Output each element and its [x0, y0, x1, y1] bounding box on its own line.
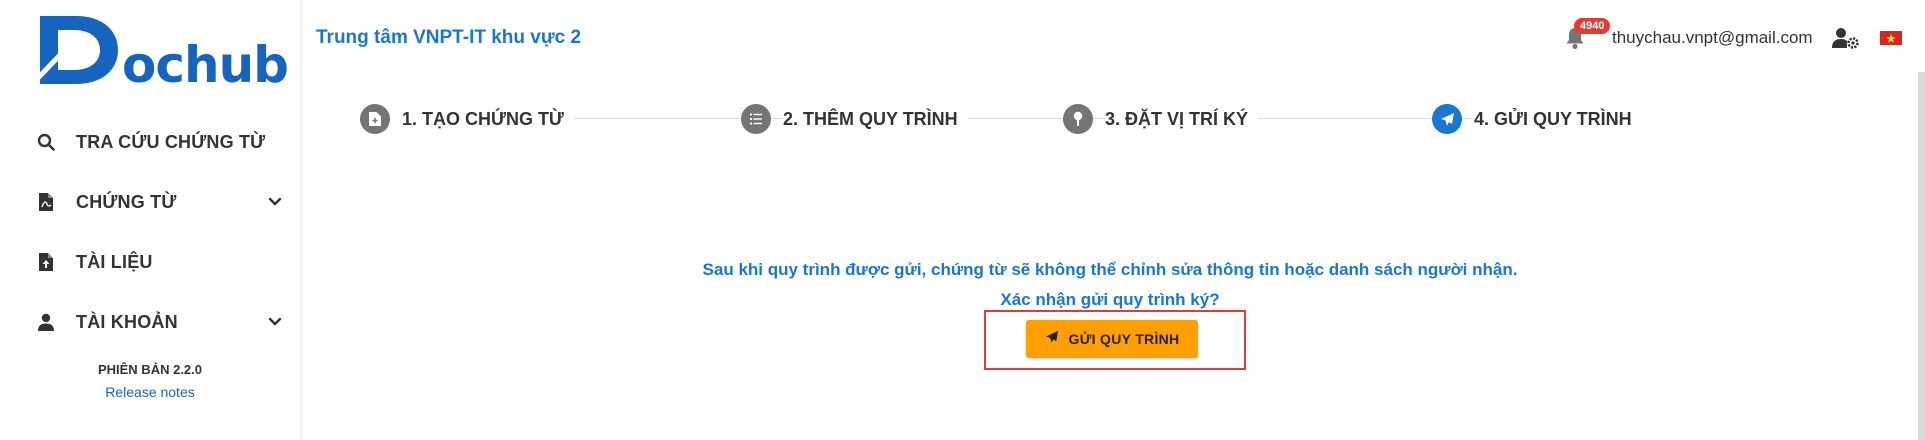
step-3-dat-vi-tri-ky[interactable]: 3. ĐẶT VỊ TRÍ KÝ	[1063, 104, 1259, 134]
list-icon	[741, 104, 771, 134]
step-label: 4. GỬI QUY TRÌNH	[1474, 108, 1642, 130]
step-4-gui-quy-trinh[interactable]: 4. GỬI QUY TRÌNH	[1432, 104, 1642, 134]
user-email[interactable]: thuychau.vnpt@gmail.com	[1612, 28, 1813, 48]
step-label: 3. ĐẶT VỊ TRÍ KÝ	[1105, 108, 1259, 130]
step-label: 2. THÊM QUY TRÌNH	[783, 108, 968, 130]
file-pdf-icon	[36, 192, 56, 212]
chevron-down-icon[interactable]	[266, 313, 284, 331]
file-add-icon	[360, 104, 390, 134]
user-settings-icon[interactable]	[1832, 26, 1860, 50]
sidebar-nav: TRA CỨU CHỨNG TỪ CHỨNG TỪ TÀI LIỆU TÀI K…	[0, 112, 300, 352]
paper-plane-icon	[1432, 104, 1462, 134]
app-logo[interactable]: ochub	[36, 14, 289, 94]
sidebar-item-label: CHỨNG TỪ	[76, 191, 177, 212]
sidebar-item-chung-tu[interactable]: CHỨNG TỪ	[0, 172, 300, 232]
logo-d-mark	[36, 16, 118, 84]
confirm-question: Xác nhận gửi quy trình ký?	[1000, 290, 1220, 309]
sidebar-item-tai-khoan[interactable]: TÀI KHOẢN	[0, 292, 300, 352]
step-label: 1. TẠO CHỨNG TỪ	[402, 108, 574, 130]
sidebar: ochub TRA CỨU CHỨNG TỪ CHỨNG TỪ TÀI LIỆU	[0, 0, 300, 440]
send-workflow-button[interactable]: GỬI QUY TRÌNH	[1026, 320, 1198, 358]
pin-icon	[1063, 104, 1093, 134]
sidebar-item-label: TÀI LIỆU	[76, 251, 153, 272]
step-2-them-quy-trinh[interactable]: 2. THÊM QUY TRÌNH	[741, 104, 968, 134]
stepper: 1. TẠO CHỨNG TỪ 2. THÊM QUY TRÌNH 3. ĐẶT…	[302, 72, 1918, 162]
top-header: Trung tâm VNPT-IT khu vực 2 4940 thuycha…	[302, 0, 1925, 72]
step-1-tao-chung-tu[interactable]: 1. TẠO CHỨNG TỪ	[360, 104, 574, 134]
release-notes-link[interactable]: Release notes	[0, 384, 300, 400]
user-icon	[36, 312, 56, 332]
sidebar-item-label: TÀI KHOẢN	[76, 311, 178, 332]
notification-count-badge: 4940	[1574, 18, 1611, 34]
vietnam-flag-icon[interactable]	[1880, 31, 1902, 45]
sidebar-item-tra-cuu-chung-tu[interactable]: TRA CỨU CHỨNG TỪ	[0, 112, 300, 172]
scrollbar[interactable]	[1918, 72, 1925, 440]
logo-text: ochub	[122, 36, 289, 94]
version-label: PHIÊN BẢN 2.2.0	[97, 362, 203, 377]
sidebar-item-tai-lieu[interactable]: TÀI LIỆU	[0, 232, 300, 292]
organization-title: Trung tâm VNPT-IT khu vực 2	[316, 27, 582, 48]
paper-plane-icon	[1045, 330, 1059, 349]
sidebar-item-label: TRA CỨU CHỨNG TỪ	[76, 131, 266, 152]
send-workflow-button-label: GỬI QUY TRÌNH	[1068, 331, 1180, 347]
search-icon	[36, 132, 56, 152]
warning-message: Sau khi quy trình được gửi, chứng từ sẽ …	[702, 260, 1518, 279]
chevron-down-icon[interactable]	[266, 193, 284, 211]
main-content: 1. TẠO CHỨNG TỪ 2. THÊM QUY TRÌNH 3. ĐẶT…	[302, 72, 1918, 440]
file-upload-icon	[36, 252, 56, 272]
